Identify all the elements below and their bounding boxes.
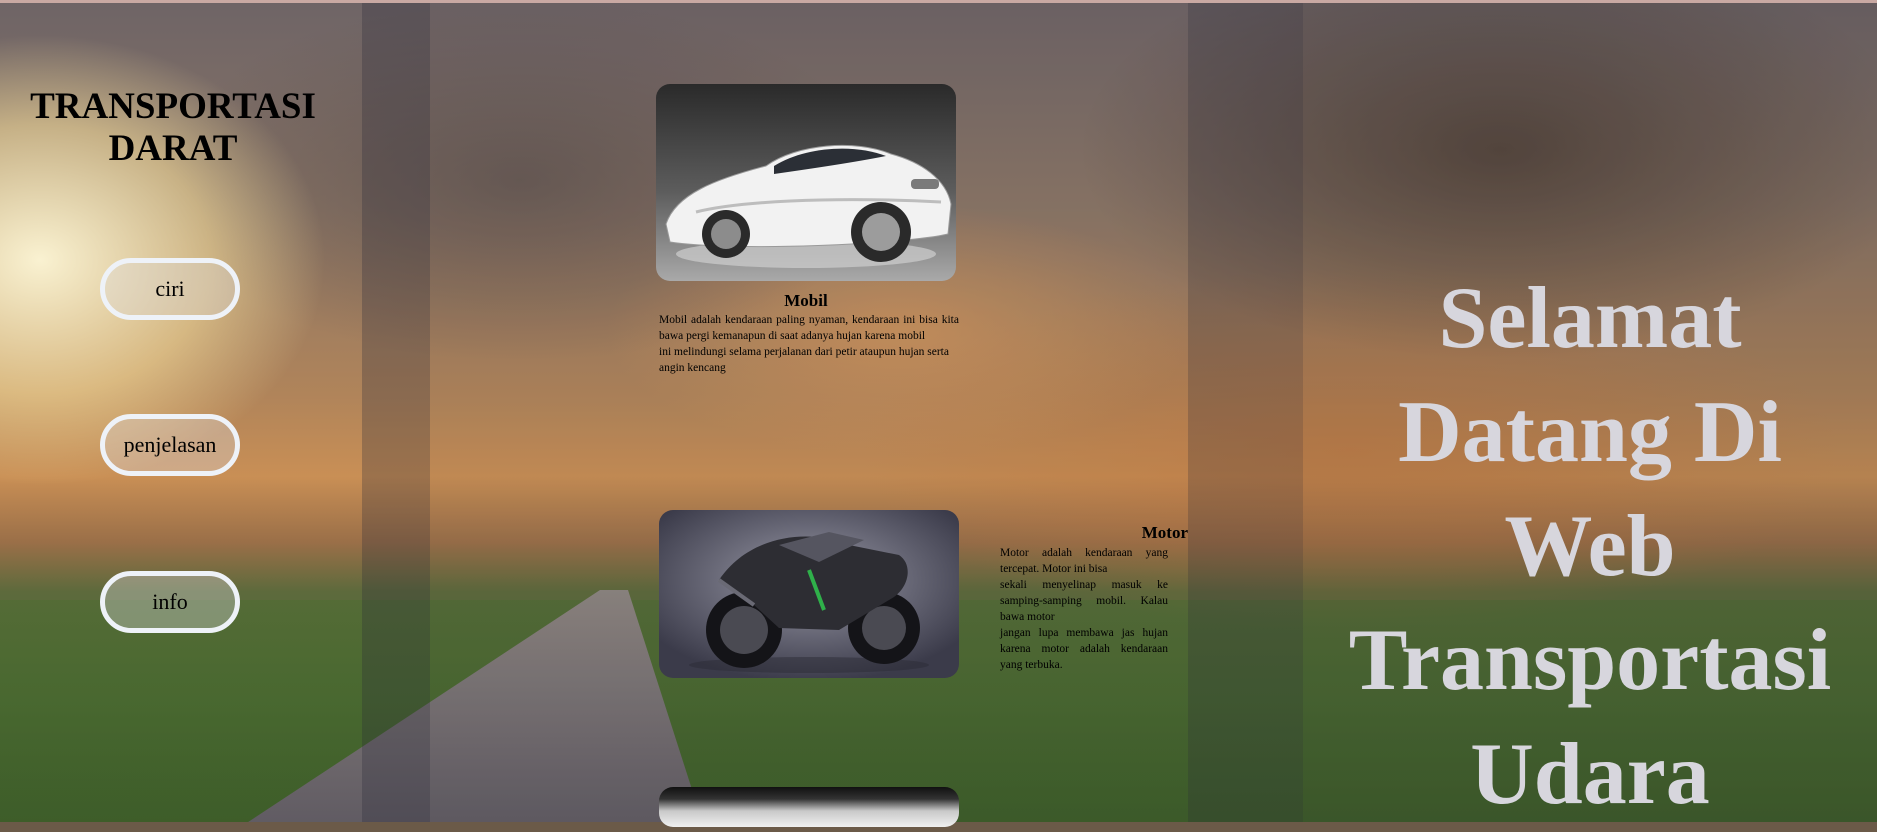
- welcome-heading: Selamat Datang Di Web Transportasi Udara: [1303, 262, 1877, 832]
- mobil-text-line: Mobil adalah kendaraan paling nyaman, ke…: [659, 314, 959, 342]
- mobil-text-line: angin kencang: [659, 362, 726, 374]
- motor-text-line: Motor adalah kendaraan yang tercepat. Mo…: [1000, 547, 1168, 575]
- site-title-line1: TRANSPORTASI: [30, 86, 316, 127]
- nav-button-info[interactable]: info: [100, 571, 240, 633]
- column-overlay-right: [1188, 3, 1303, 822]
- welcome-line: Transportasi: [1348, 612, 1832, 709]
- motor-text-line: jangan lupa membawa jas hujan karena mot…: [1000, 627, 1168, 671]
- nav-button-penjelasan[interactable]: penjelasan: [100, 414, 240, 476]
- car-image: [656, 84, 956, 281]
- mobil-title: Mobil: [784, 291, 828, 310]
- welcome-line: Udara: [1470, 726, 1710, 823]
- motor-title: Motor: [1141, 523, 1188, 542]
- site-title: TRANSPORTASI DARAT: [18, 86, 328, 170]
- welcome-line: Web: [1504, 498, 1676, 595]
- mobil-description: Mobil adalah kendaraan paling nyaman, ke…: [659, 312, 959, 376]
- motorcycle-image: [659, 510, 959, 678]
- vehicle-image: [659, 787, 959, 827]
- column-overlay-left: [362, 3, 430, 822]
- welcome-line: Selamat: [1438, 270, 1742, 367]
- motor-description: Motor adalah kendaraan yang tercepat. Mo…: [1000, 545, 1168, 673]
- nav-button-ciri[interactable]: ciri: [100, 258, 240, 320]
- site-title-line2: DARAT: [108, 128, 238, 169]
- welcome-line: Datang Di: [1398, 384, 1782, 481]
- motor-text-line: sekali menyelinap masuk ke samping-sampi…: [1000, 579, 1168, 623]
- mobil-text-line: ini melindungi selama perjalanan dari pe…: [659, 346, 949, 358]
